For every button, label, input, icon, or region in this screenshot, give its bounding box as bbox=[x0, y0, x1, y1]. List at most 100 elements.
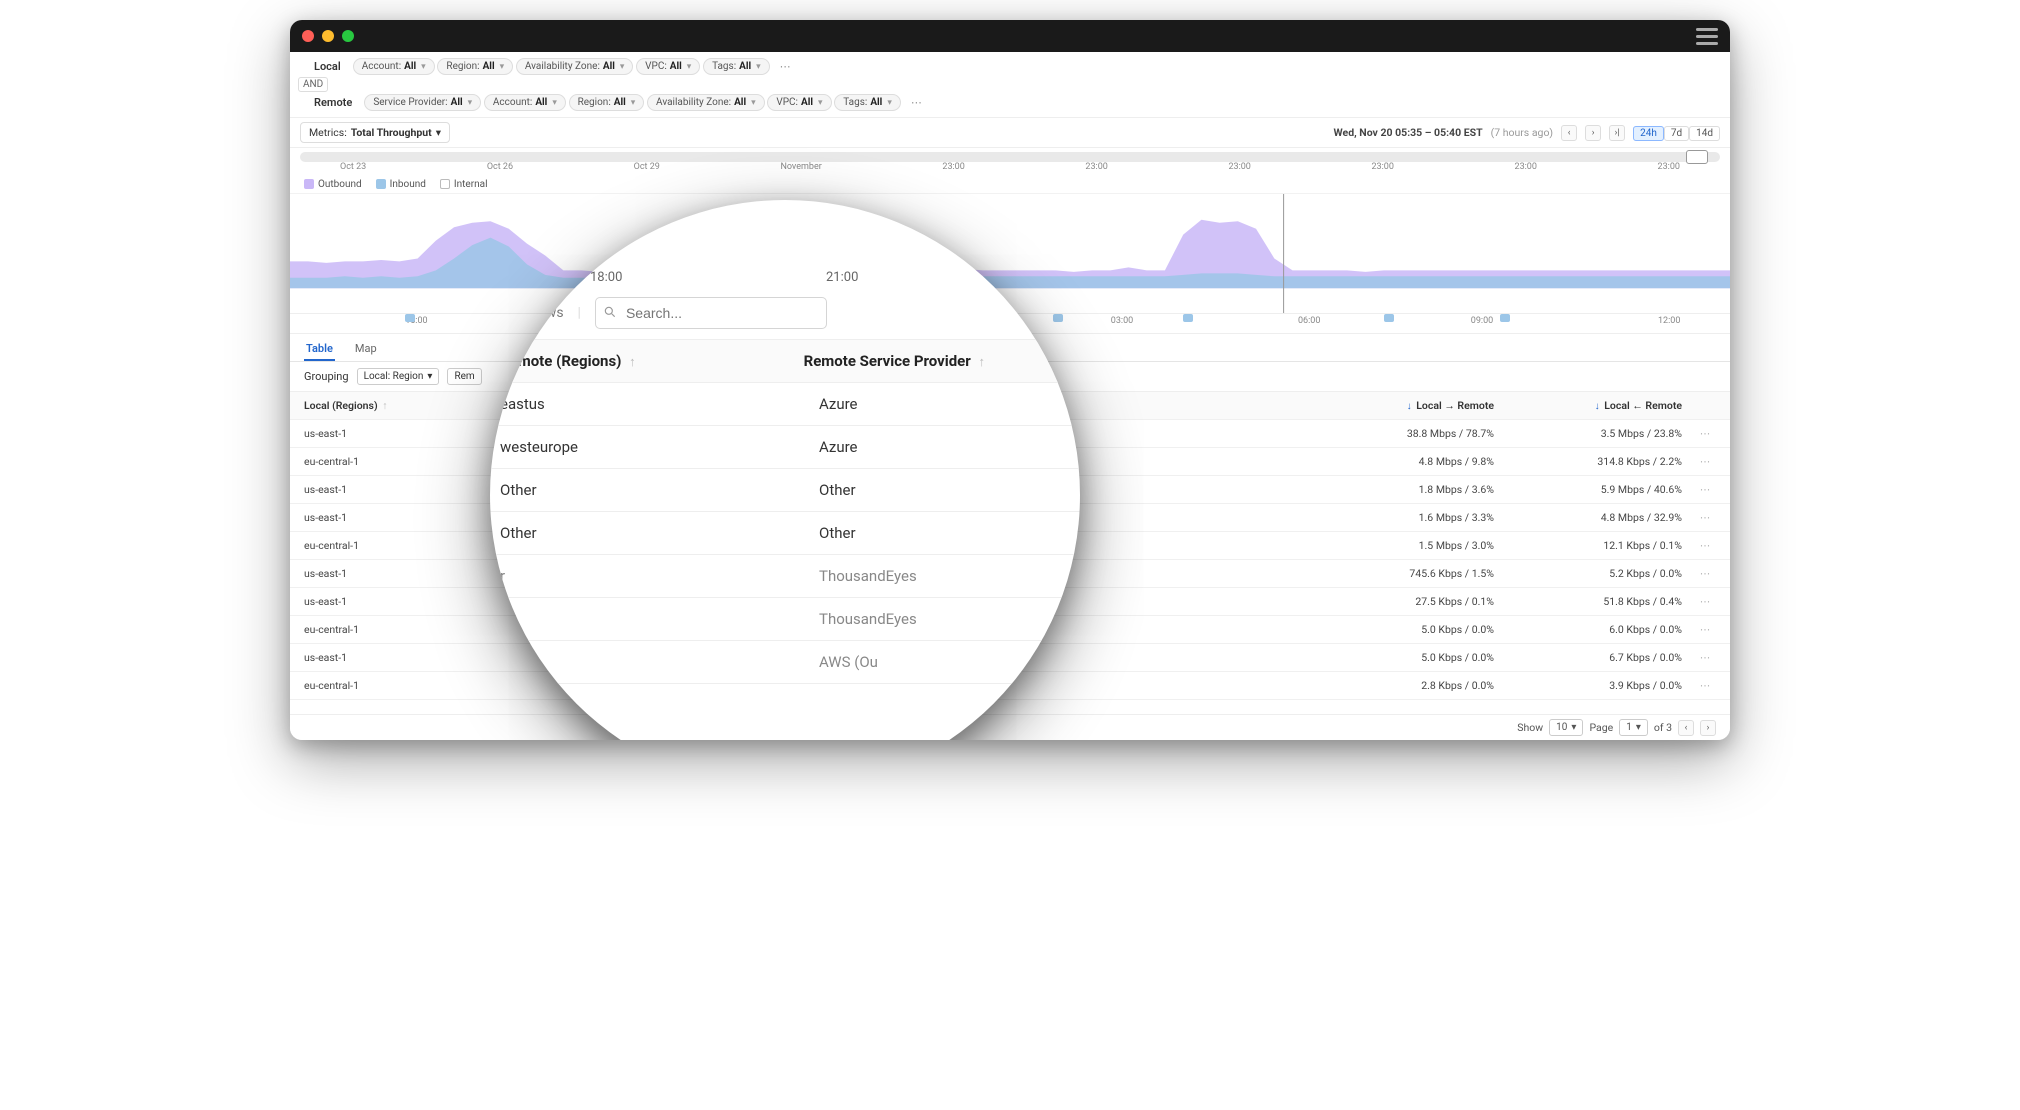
timeline-tick: 09:00 bbox=[1471, 316, 1493, 326]
search-field[interactable] bbox=[595, 297, 827, 329]
magnifier-row[interactable]: OtherOther bbox=[490, 469, 1080, 512]
page-next-button[interactable]: › bbox=[1700, 720, 1716, 736]
event-marker[interactable] bbox=[405, 314, 415, 322]
cell-in: 314.8 Kbps / 2.2% bbox=[1514, 455, 1694, 468]
col-remote-header[interactable]: Remote (Regions) ↑ bbox=[500, 352, 804, 370]
chevron-down-icon: ▾ bbox=[887, 98, 892, 108]
time-info: Wed, Nov 20 05:35 – 05:40 EST (7 hours a… bbox=[1334, 125, 1721, 141]
cell-remote: Other bbox=[500, 524, 819, 542]
cell-provider: Azure bbox=[819, 395, 1080, 413]
magnifier-row[interactable]: ThousandEyes bbox=[490, 598, 1080, 641]
filter-pill[interactable]: VPC: All ▾ bbox=[767, 94, 831, 111]
cell-in: 12.1 Kbps / 0.1% bbox=[1514, 539, 1694, 552]
timeline-tick: Oct 23 bbox=[340, 162, 366, 172]
page-prev-button[interactable]: ‹ bbox=[1678, 720, 1694, 736]
cell-remote bbox=[500, 653, 819, 671]
magnifier-row[interactable]: rThousandEyes bbox=[490, 555, 1080, 598]
timeline-tick: 23:00 bbox=[1515, 162, 1537, 172]
row-menu-icon[interactable]: ⋯ bbox=[1694, 539, 1716, 552]
filter-pill[interactable]: Tags: All ▾ bbox=[834, 94, 901, 111]
event-marker[interactable] bbox=[1384, 314, 1394, 322]
cell-out: 4.8 Mbps / 9.8% bbox=[1334, 455, 1514, 468]
filter-pill[interactable]: VPC: All ▾ bbox=[636, 58, 700, 75]
chevron-down-icon: ▾ bbox=[552, 98, 557, 108]
more-icon[interactable]: ⋯ bbox=[776, 60, 795, 73]
cell-provider: ThousandEyes bbox=[819, 610, 1080, 628]
row-menu-icon[interactable]: ⋯ bbox=[1694, 511, 1716, 524]
col-out-header[interactable]: ↓ Local → Remote bbox=[1334, 399, 1514, 412]
magnifier-row[interactable]: westeuropeAzure bbox=[490, 426, 1080, 469]
filter-pill[interactable]: Account: All ▾ bbox=[484, 94, 566, 111]
event-marker[interactable] bbox=[1500, 314, 1510, 322]
cell-in: 3.5 Mbps / 23.8% bbox=[1514, 427, 1694, 440]
grouping-label: Grouping bbox=[304, 370, 349, 383]
chevron-down-icon: ▾ bbox=[421, 62, 426, 72]
time-prev-button[interactable]: ‹ bbox=[1561, 125, 1577, 141]
cell-remote: r bbox=[500, 567, 819, 585]
magnifier-row[interactable]: eastusAzure bbox=[490, 383, 1080, 426]
row-menu-icon[interactable]: ⋯ bbox=[1694, 679, 1716, 692]
cell-out: 1.8 Mbps / 3.6% bbox=[1334, 483, 1514, 496]
legend-item[interactable]: Outbound bbox=[304, 179, 362, 190]
magnifier-row[interactable]: AWS (Ou bbox=[490, 641, 1080, 684]
filter-pill[interactable]: Account: All ▾ bbox=[353, 58, 435, 75]
timeline-tick: 23:00 bbox=[1371, 162, 1393, 172]
timeline-tick: November bbox=[780, 162, 821, 172]
legend-item[interactable]: Internal bbox=[440, 179, 488, 190]
range-14d-button[interactable]: 14d bbox=[1689, 126, 1720, 141]
grouping-local-select[interactable]: Local: Region ▾ bbox=[357, 368, 440, 385]
chevron-down-icon: ▾ bbox=[751, 98, 756, 108]
page-size-select[interactable]: 10 ▾ bbox=[1549, 719, 1583, 736]
magnifier-row[interactable]: OtherOther bbox=[490, 512, 1080, 555]
timeline-tick: Oct 29 bbox=[634, 162, 660, 172]
row-menu-icon[interactable]: ⋯ bbox=[1694, 623, 1716, 636]
overview-track[interactable] bbox=[300, 152, 1720, 162]
cell-out: 27.5 Kbps / 0.1% bbox=[1334, 595, 1514, 608]
filter-pill[interactable]: Availability Zone: All ▾ bbox=[516, 58, 634, 75]
row-menu-icon[interactable]: ⋯ bbox=[1694, 427, 1716, 440]
throughput-chart[interactable] bbox=[290, 194, 1730, 314]
window-min-dot[interactable] bbox=[322, 30, 334, 42]
window-close-dot[interactable] bbox=[302, 30, 314, 42]
row-menu-icon[interactable]: ⋯ bbox=[1694, 455, 1716, 468]
event-marker[interactable] bbox=[1053, 314, 1063, 322]
event-marker[interactable] bbox=[1183, 314, 1193, 322]
col-provider-header[interactable]: Remote Service Provider ↑ bbox=[804, 352, 1052, 370]
filter-pill[interactable]: Region: All ▾ bbox=[569, 94, 645, 111]
sort-desc-icon: ↓ bbox=[1407, 401, 1412, 412]
timeline-tick: 12:00 bbox=[1658, 316, 1680, 326]
filter-pill[interactable]: Availability Zone: All ▾ bbox=[647, 94, 765, 111]
row-menu-icon[interactable]: ⋯ bbox=[1694, 651, 1716, 664]
menu-icon[interactable] bbox=[1696, 28, 1718, 45]
col-in-header[interactable]: ↓ Local ← Remote bbox=[1514, 399, 1694, 412]
chevron-down-icon: ▾ bbox=[687, 62, 692, 72]
overview-timeline[interactable]: Oct 23Oct 26Oct 29November23:0023:0023:0… bbox=[290, 148, 1730, 176]
time-latest-button[interactable]: ›| bbox=[1609, 125, 1625, 141]
row-menu-icon[interactable]: ⋯ bbox=[1694, 567, 1716, 580]
range-7d-button[interactable]: 7d bbox=[1664, 126, 1689, 141]
app-window: Local Account: All ▾ Region: All ▾ Avail… bbox=[290, 20, 1730, 740]
cell-in: 3.9 Kbps / 0.0% bbox=[1514, 679, 1694, 692]
range-24h-button[interactable]: 24h bbox=[1633, 126, 1664, 141]
row-menu-icon[interactable]: ⋯ bbox=[1694, 483, 1716, 496]
overview-selection[interactable] bbox=[1686, 150, 1708, 164]
row-menu-icon[interactable]: ⋯ bbox=[1694, 595, 1716, 608]
filter-pill[interactable]: Service Provider: All ▾ bbox=[364, 94, 481, 111]
timeline-tick: 03:00 bbox=[1111, 316, 1133, 326]
legend-item[interactable]: Inbound bbox=[376, 179, 426, 190]
tab-map[interactable]: Map bbox=[353, 338, 379, 361]
cell-remote: eastus bbox=[500, 395, 819, 413]
tab-table[interactable]: Table bbox=[304, 338, 335, 361]
filter-pill[interactable]: Region: All ▾ bbox=[437, 58, 513, 75]
search-input[interactable] bbox=[595, 297, 827, 329]
more-icon[interactable]: ⋯ bbox=[907, 96, 926, 109]
page-label: Page bbox=[1589, 721, 1613, 734]
metrics-select[interactable]: Metrics: Total Throughput ▾ bbox=[300, 122, 450, 143]
grouping-remote-select[interactable]: Rem bbox=[447, 368, 481, 385]
filter-pill[interactable]: Tags: All ▾ bbox=[703, 58, 770, 75]
window-max-dot[interactable] bbox=[342, 30, 354, 42]
time-next-button[interactable]: › bbox=[1585, 125, 1601, 141]
chevron-down-icon: ▾ bbox=[1571, 722, 1576, 733]
page-number-select[interactable]: 1 ▾ bbox=[1619, 719, 1648, 736]
cell-in: 6.7 Kbps / 0.0% bbox=[1514, 651, 1694, 664]
